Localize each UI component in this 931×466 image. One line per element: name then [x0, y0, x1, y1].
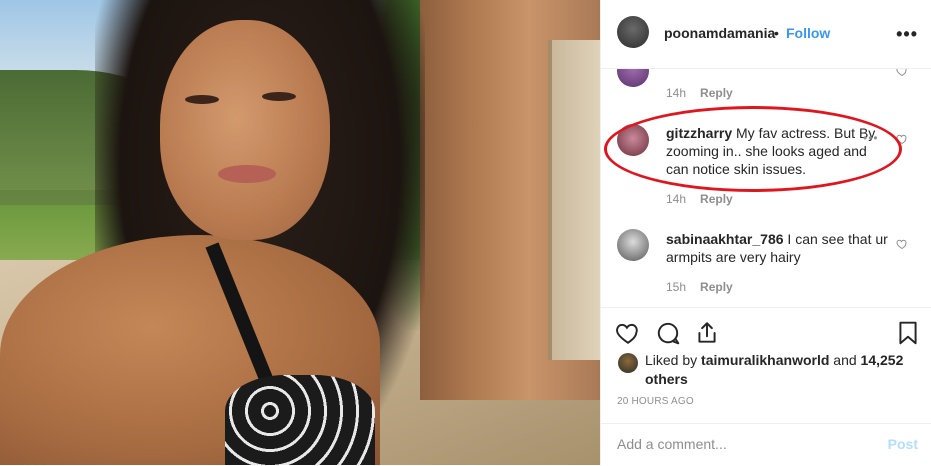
post-comment-button[interactable]: Post — [888, 436, 918, 452]
post-side-panel: poonamdamania • Follow ••• 14h Reply gitz… — [600, 0, 931, 465]
share-icon[interactable] — [694, 320, 720, 346]
add-comment-bar: Add a comment... Post — [601, 423, 931, 466]
comment-username[interactable]: sabinaakhtar_786 — [666, 231, 784, 247]
comment-time: 14h — [666, 86, 687, 100]
reply-button[interactable]: Reply — [700, 280, 733, 294]
liker-username[interactable]: taimuralikhanworld — [701, 352, 829, 368]
comment-time: 15h — [666, 280, 687, 294]
liker-avatar[interactable] — [618, 353, 638, 373]
photo-mouth — [218, 165, 276, 183]
reply-button[interactable]: Reply — [700, 192, 733, 206]
instagram-post-view: poonamdamania • Follow ••• 14h Reply gitz… — [0, 0, 931, 465]
post-header: poonamdamania • Follow ••• — [601, 0, 931, 69]
highlight-ellipse — [604, 106, 902, 192]
author-avatar[interactable] — [617, 16, 649, 48]
post-timestamp[interactable]: 20 HOURS AGO — [617, 396, 694, 407]
photo-door — [548, 40, 600, 360]
comment-avatar[interactable] — [617, 229, 649, 261]
comment-meta: 15h Reply — [666, 280, 733, 294]
comment-bubble-icon[interactable] — [655, 320, 681, 346]
comment-body: sabinaakhtar_786 I can see that ur armpi… — [666, 230, 891, 266]
author-username[interactable]: poonamdamania — [664, 25, 775, 41]
add-comment-input[interactable]: Add a comment... — [617, 436, 857, 452]
photo-face — [160, 20, 330, 240]
likes-summary: Liked by taimuralikhanworld and 14,252 o… — [645, 351, 915, 389]
comment-meta: 14h Reply — [666, 86, 733, 100]
photo-swimsuit — [225, 375, 375, 465]
follow-button[interactable]: Follow — [786, 25, 830, 41]
photo-eye-left — [185, 95, 219, 104]
like-comment-icon[interactable] — [896, 69, 908, 77]
like-comment-icon[interactable] — [896, 238, 908, 250]
likes-prefix: Liked by — [645, 352, 698, 368]
photo-eye-right — [262, 92, 296, 101]
likes-connector: and — [833, 352, 857, 368]
comment-time: 14h — [666, 192, 687, 206]
like-heart-icon[interactable] — [615, 320, 641, 346]
more-options-icon[interactable]: ••• — [896, 24, 918, 45]
comment-avatar[interactable] — [617, 69, 649, 87]
header-separator: • — [774, 25, 779, 41]
reply-button[interactable]: Reply — [700, 86, 733, 100]
bookmark-icon[interactable] — [895, 320, 921, 346]
comment-meta: 14h Reply — [666, 192, 733, 206]
post-photo[interactable] — [0, 0, 600, 465]
